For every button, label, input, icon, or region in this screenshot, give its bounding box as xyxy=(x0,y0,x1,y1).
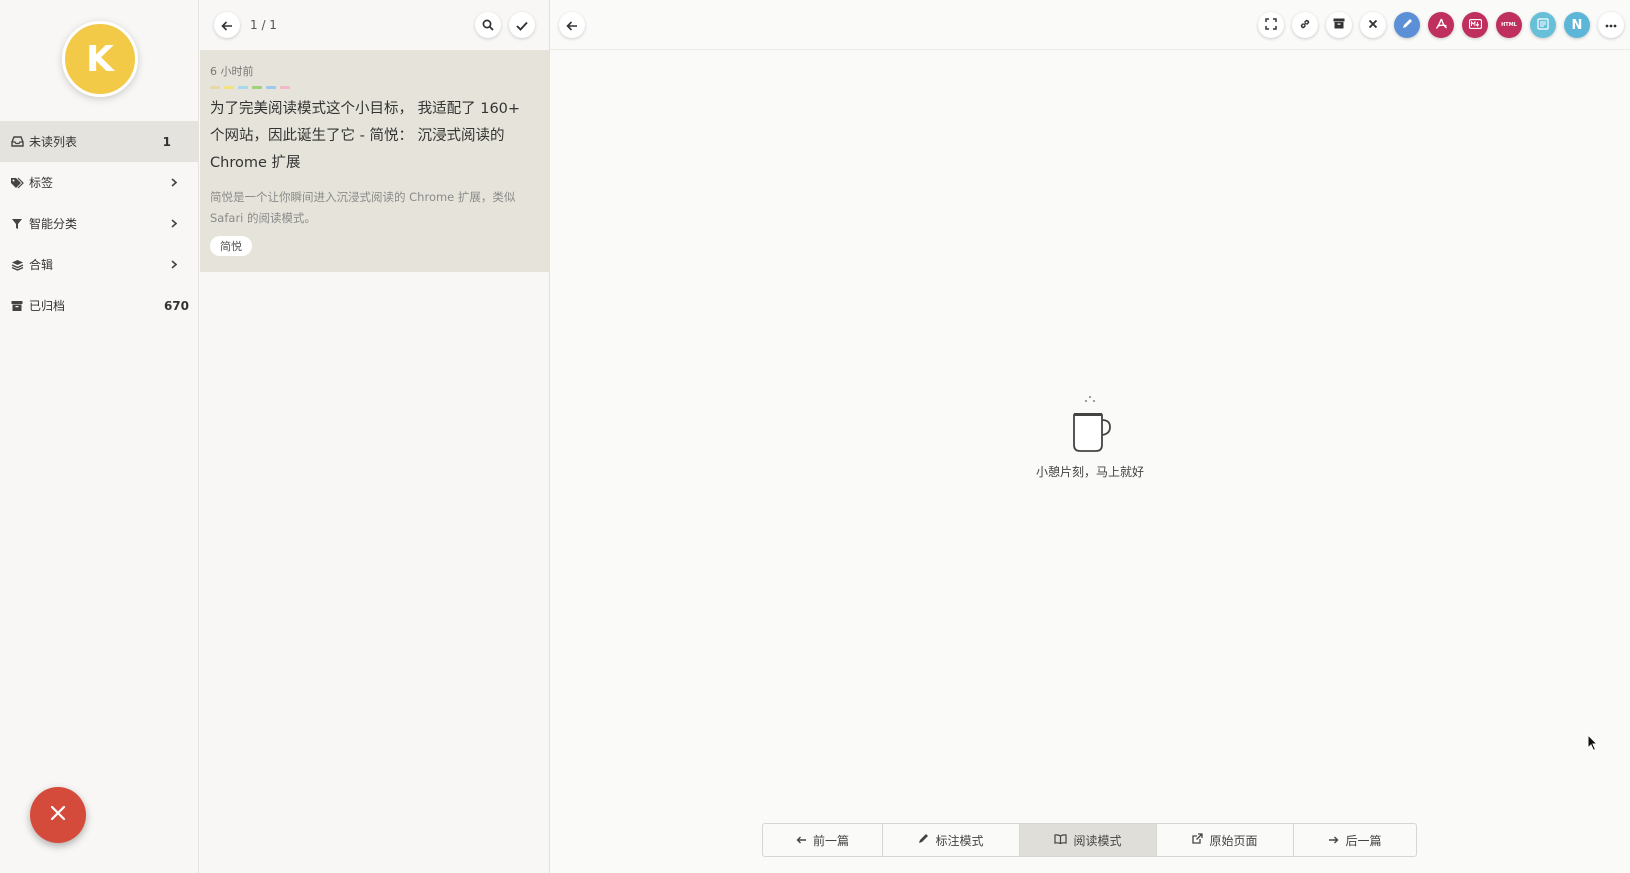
sidebar-item-label: 标签 xyxy=(29,176,54,190)
sidebar-item-label: 合辑 xyxy=(29,258,54,272)
original-page-button[interactable]: 原始页面 xyxy=(1157,824,1294,856)
inbox-icon xyxy=(10,135,24,149)
external-link-icon xyxy=(1192,833,1204,847)
prev-article-button[interactable]: 前一篇 xyxy=(763,824,883,856)
chevron-right-icon xyxy=(171,176,178,190)
chevron-right-icon xyxy=(171,258,178,272)
pager: 1 / 1 xyxy=(250,18,277,32)
more-icon xyxy=(1605,20,1617,31)
article-card[interactable]: 6 小时前 为了完美阅读模式这个小目标， 我适配了 160+ 个网站，因此诞生了… xyxy=(200,50,549,272)
notion-icon: N xyxy=(1571,17,1583,33)
original-page-label: 原始页面 xyxy=(1209,833,1258,848)
export-notion-button[interactable]: N xyxy=(1564,12,1590,38)
annotate-mode-button[interactable]: 标注模式 xyxy=(883,824,1020,856)
more-button[interactable] xyxy=(1598,12,1624,38)
copy-link-button[interactable] xyxy=(1292,12,1318,38)
book-icon xyxy=(1054,833,1068,847)
loading-message: 小憩片刻，马上就好 xyxy=(1035,465,1144,479)
reader-pane: HTML N 小憩片刻，马上就好 xyxy=(550,0,1630,873)
sidebar-item-smart-category[interactable]: 智能分类 xyxy=(0,203,199,244)
list-back-button[interactable] xyxy=(214,12,240,38)
swatch xyxy=(224,86,234,89)
filter-icon xyxy=(10,217,24,231)
fullscreen-icon xyxy=(1265,17,1277,33)
close-fab-button[interactable] xyxy=(30,787,86,843)
sidebar-item-label: 智能分类 xyxy=(29,217,78,231)
close-icon xyxy=(49,804,67,826)
arrow-left-icon xyxy=(796,833,807,847)
sidebar-item-label: 未读列表 xyxy=(29,135,78,149)
html-icon: HTML xyxy=(1501,22,1517,28)
arrow-right-icon xyxy=(1328,833,1339,847)
sidebar-item-archived[interactable]: 已归档 670 xyxy=(0,285,199,326)
export-html-button[interactable]: HTML xyxy=(1496,12,1522,38)
avatar[interactable]: K xyxy=(62,21,138,97)
markdown-icon xyxy=(1468,18,1482,32)
swatch xyxy=(210,86,220,89)
link-icon xyxy=(1299,18,1311,33)
annotate-button[interactable] xyxy=(1394,12,1420,38)
prev-article-label: 前一篇 xyxy=(812,833,849,848)
check-icon xyxy=(516,16,528,35)
avatar-letter: K xyxy=(86,38,114,80)
annotate-mode-label: 标注模式 xyxy=(935,833,984,848)
coffee-cup-icon xyxy=(1068,396,1112,459)
sidebar: K 未读列表 1 标签 智能分类 合辑 已归档 670 xyxy=(0,0,199,873)
sidebar-item-tags[interactable]: 标签 xyxy=(0,162,199,203)
arrow-left-icon xyxy=(566,16,578,35)
next-article-label: 后一篇 xyxy=(1345,833,1382,848)
export-pdf-button[interactable] xyxy=(1428,12,1454,38)
export-image-button[interactable] xyxy=(1530,12,1556,38)
unread-count: 1 xyxy=(162,134,171,149)
tags-icon xyxy=(10,176,24,190)
reader-toolbar: HTML N xyxy=(550,0,1630,50)
sidebar-nav: 未读列表 1 标签 智能分类 合辑 已归档 670 xyxy=(0,121,199,326)
swatch xyxy=(280,86,290,89)
highlight-swatches xyxy=(210,86,537,89)
article-description: 简悦是一个让你瞬间进入沉浸式阅读的 Chrome 扩展，类似 Safari 的阅… xyxy=(210,190,516,225)
swatch xyxy=(266,86,276,89)
arrow-left-icon xyxy=(221,16,233,35)
close-icon xyxy=(1368,19,1378,32)
article-tag[interactable]: 简悦 xyxy=(210,236,252,256)
mark-all-read-button[interactable] xyxy=(509,12,535,38)
layers-icon xyxy=(10,258,24,272)
read-mode-label: 阅读模式 xyxy=(1073,833,1122,848)
archived-count: 670 xyxy=(163,298,189,313)
sidebar-item-collections[interactable]: 合辑 xyxy=(0,244,199,285)
pencil-icon xyxy=(918,833,929,847)
archive-icon xyxy=(1333,18,1345,32)
sidebar-item-label: 已归档 xyxy=(29,299,66,313)
image-icon xyxy=(1537,17,1549,33)
archive-button[interactable] xyxy=(1326,12,1352,38)
swatch xyxy=(252,86,262,89)
list-toolbar: 1 / 1 xyxy=(200,0,549,50)
archive-icon xyxy=(10,299,24,313)
mouse-cursor-icon xyxy=(1587,733,1599,756)
fullscreen-button[interactable] xyxy=(1258,12,1284,38)
article-title[interactable]: 为了完美阅读模式这个小目标， 我适配了 160+ 个网站，因此诞生了它 - 简悦… xyxy=(210,96,537,177)
close-button[interactable] xyxy=(1360,12,1386,38)
export-markdown-button[interactable] xyxy=(1462,12,1488,38)
search-button[interactable] xyxy=(475,12,501,38)
reader-actions: HTML N xyxy=(1258,12,1624,38)
reader-back-button[interactable] xyxy=(559,12,585,38)
reader-bottom-bar: 前一篇 标注模式 阅读模式 原始页面 后一篇 xyxy=(762,823,1417,857)
swatch xyxy=(238,86,248,89)
next-article-button[interactable]: 后一篇 xyxy=(1294,824,1416,856)
loading-indicator: 小憩片刻，马上就好 xyxy=(550,395,1630,480)
pdf-icon xyxy=(1435,18,1448,33)
article-list-column: 1 / 1 6 小时前 为了完美阅读模式这个小目标， 我适配了 160+ 个网站… xyxy=(200,0,550,873)
read-mode-button[interactable]: 阅读模式 xyxy=(1020,824,1157,856)
chevron-right-icon xyxy=(171,217,178,231)
sidebar-item-unread[interactable]: 未读列表 1 xyxy=(0,121,199,162)
pen-icon xyxy=(1401,18,1413,33)
search-icon xyxy=(482,16,494,35)
article-time: 6 小时前 xyxy=(210,65,254,78)
